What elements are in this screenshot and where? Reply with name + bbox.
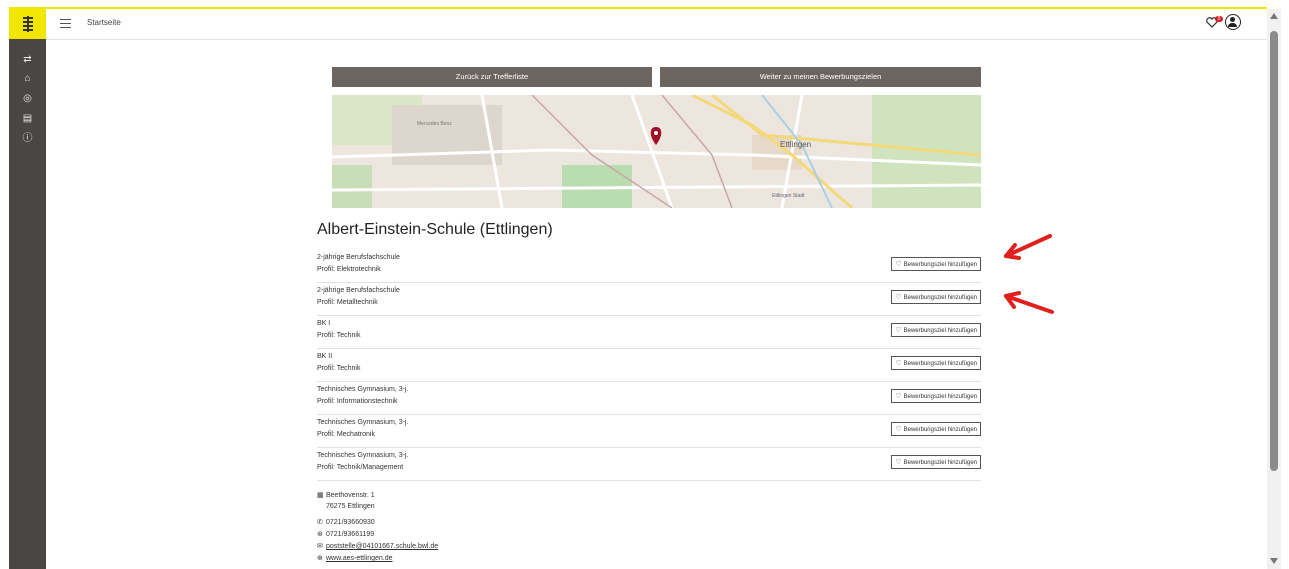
website-link[interactable]: www.aes-ettlingen.de [326, 555, 393, 562]
to-application-goals-button[interactable]: Weiter zu meinen Bewerbungszielen [660, 67, 981, 87]
annotation-arrow-icon [1004, 234, 1052, 260]
address-street: Beethovenstr. 1 [326, 492, 375, 499]
phone-icon: ✆ [317, 519, 323, 526]
add-application-goal-button[interactable]: ♡ Bewerbungsziel hinzufügen [891, 422, 981, 436]
top-bar: Startseite 0 [46, 9, 1267, 40]
program-row: BK I Profil: Technik ♡ Bewerbungsziel hin… [317, 315, 981, 349]
program-profile: Profil: Technik/Management [317, 464, 404, 471]
annotation-arrow-icon [1004, 291, 1054, 314]
phone-number: 0721/93660930 [326, 519, 375, 526]
home-icon[interactable]: ⌂ [9, 72, 46, 86]
add-goal-label: Bewerbungsziel hinzufügen [903, 328, 977, 334]
phone-line: ✆ 0721/93660930 [317, 518, 375, 526]
add-application-goal-button[interactable]: ♡ Bewerbungsziel hinzufügen [891, 290, 981, 304]
program-row: 2-jährige Berufsfachschule Profil: Metal… [317, 282, 981, 316]
add-application-goal-button[interactable]: ♡ Bewerbungsziel hinzufügen [891, 455, 981, 469]
add-goal-label: Bewerbungsziel hinzufügen [903, 295, 977, 301]
add-goal-label: Bewerbungsziel hinzufügen [903, 460, 977, 466]
add-goal-label: Bewerbungsziel hinzufügen [903, 361, 977, 367]
fax-line: ⊛ 0721/93661199 [317, 530, 374, 538]
program-row: Technisches Gymnasium, 3-j. Profil: Mech… [317, 414, 981, 448]
web-line: ⊕ www.aes-ettlingen.de [317, 554, 393, 562]
add-application-goal-button[interactable]: ♡ Bewerbungsziel hinzufügen [891, 389, 981, 403]
program-type: 2-jährige Berufsfachschule [317, 254, 400, 261]
compass-icon[interactable]: ◎ [9, 92, 46, 106]
heart-icon: ♡ [895, 426, 902, 433]
add-application-goal-button[interactable]: ♡ Bewerbungsziel hinzufügen [891, 356, 981, 370]
address-city: 76275 Ettlingen [326, 503, 375, 510]
heart-icon: ♡ [895, 294, 902, 301]
heart-icon: ♡ [895, 360, 902, 367]
email-line: ✉ poststelle@04101667.schule.bwl.de [317, 542, 438, 550]
program-row: 2-jährige Berufsfachschule Profil: Elekt… [317, 249, 981, 283]
program-type: Technisches Gymnasium, 3-j. [317, 386, 409, 393]
account-icon[interactable] [1225, 14, 1241, 30]
program-profile: Profil: Informationstechnik [317, 398, 398, 405]
add-goal-label: Bewerbungsziel hinzufügen [903, 262, 977, 268]
menu-icon[interactable] [60, 19, 71, 31]
filter-list-icon[interactable]: ⇄ [9, 53, 46, 67]
add-goal-label: Bewerbungsziel hinzufügen [903, 394, 977, 400]
map-label: Ettlingen Stadt [772, 193, 805, 199]
info-icon[interactable]: ⓘ [9, 132, 46, 146]
heart-icon: ♡ [895, 459, 902, 466]
breadcrumb[interactable]: Startseite [87, 18, 121, 27]
program-type: BK II [317, 353, 333, 360]
scrollbar-thumb[interactable] [1270, 31, 1278, 471]
heart-icon: ♡ [895, 327, 902, 334]
fax-number: 0721/93661199 [326, 531, 375, 538]
school-title: Albert-Einstein-Schule (Ettlingen) [317, 221, 553, 238]
heart-icon: ♡ [895, 261, 902, 268]
email-icon: ✉ [317, 543, 323, 550]
add-application-goal-button[interactable]: ♡ Bewerbungsziel hinzufügen [891, 257, 981, 271]
program-type: BK I [317, 320, 331, 327]
program-profile: Profil: Technik [317, 365, 361, 372]
program-type: Technisches Gymnasium, 3-j. [317, 452, 409, 459]
scroll-down-arrow-icon[interactable] [1270, 558, 1278, 564]
address-street-line: ▦ Beethovenstr. 1 [317, 491, 375, 499]
heart-icon: ♡ [895, 393, 902, 400]
scroll-up-arrow-icon[interactable] [1270, 13, 1278, 19]
back-to-results-button[interactable]: Zurück zur Trefferliste [332, 67, 652, 87]
program-row: Technisches Gymnasium, 3-j. Profil: Info… [317, 381, 981, 415]
program-profile: Profil: Metalltechnik [317, 299, 378, 306]
state-logo[interactable] [9, 9, 46, 39]
add-goal-label: Bewerbungsziel hinzufügen [903, 427, 977, 433]
program-row: Technisches Gymnasium, 3-j. Profil: Tech… [317, 447, 981, 481]
calendar-icon[interactable]: ▤ [9, 112, 46, 126]
map-city-label: Ettlingen [780, 140, 811, 149]
map-label: Mercedes Benz [417, 121, 452, 127]
email-link[interactable]: poststelle@04101667.schule.bwl.de [326, 543, 438, 550]
program-profile: Profil: Elektrotechnik [317, 266, 381, 273]
program-profile: Profil: Mechatronik [317, 431, 375, 438]
globe-icon: ⊕ [317, 555, 323, 562]
program-profile: Profil: Technik [317, 332, 361, 339]
program-type: 2-jährige Berufsfachschule [317, 287, 400, 294]
location-map[interactable]: Ettlingen Mercedes Benz Ettlingen Stadt [332, 95, 981, 208]
building-icon: ▦ [317, 492, 324, 499]
add-application-goal-button[interactable]: ♡ Bewerbungsziel hinzufügen [891, 323, 981, 337]
fax-icon: ⊛ [317, 531, 323, 538]
program-type: Technisches Gymnasium, 3-j. [317, 419, 409, 426]
program-row: BK II Profil: Technik ♡ Bewerbungsziel hi… [317, 348, 981, 382]
notification-badge: 0 [1215, 16, 1223, 22]
